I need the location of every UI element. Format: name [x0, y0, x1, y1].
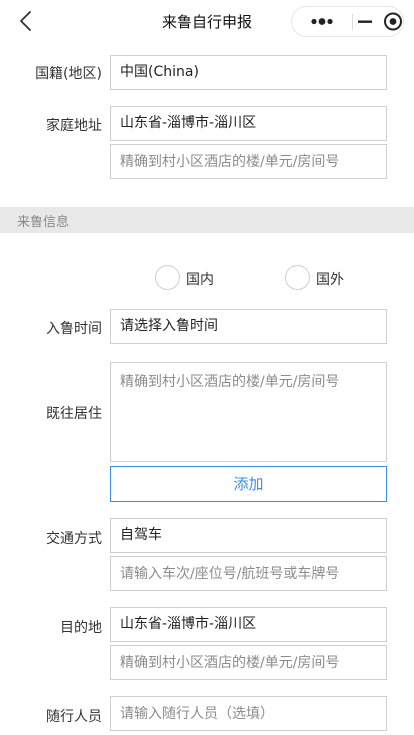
- arrival-time-picker[interactable]: 请选择入鲁时间: [110, 309, 387, 344]
- radio-overseas[interactable]: 国外: [285, 265, 355, 291]
- capsule-divider: [352, 14, 353, 30]
- home-address-detail-input[interactable]: [110, 144, 387, 179]
- back-button[interactable]: [14, 8, 40, 34]
- close-button[interactable]: [374, 7, 404, 36]
- more-dots-icon: [311, 18, 333, 25]
- companions-input[interactable]: [110, 696, 387, 731]
- section-title: 来鲁信息: [17, 215, 70, 230]
- nationality-label: 国籍(地区): [35, 66, 102, 82]
- radio-circle-icon: [155, 265, 180, 290]
- previous-residence-textarea[interactable]: [110, 362, 387, 462]
- transport-detail-input[interactable]: [110, 556, 387, 591]
- add-residence-button[interactable]: 添加: [110, 466, 387, 502]
- radio-domestic-label: 国内: [186, 272, 214, 288]
- previous-residence-label: 既往居住: [46, 406, 102, 422]
- transport-mode-field[interactable]: 自驾车: [110, 518, 387, 553]
- destination-detail-input[interactable]: [110, 645, 387, 680]
- radio-domestic[interactable]: 国内: [155, 265, 225, 291]
- nav-bar: 来鲁自行申报: [0, 0, 414, 42]
- home-address-label: 家庭地址: [46, 118, 102, 134]
- companions-label: 随行人员: [46, 709, 102, 725]
- arrival-time-label: 入鲁时间: [46, 321, 102, 337]
- section-header: 来鲁信息: [0, 207, 414, 233]
- destination-region-field[interactable]: 山东省-淄博市-淄川区: [110, 607, 387, 642]
- chevron-left-icon: [20, 11, 31, 31]
- target-circle-icon: [384, 12, 402, 31]
- destination-label: 目的地: [60, 620, 102, 636]
- more-button[interactable]: [300, 7, 340, 36]
- radio-overseas-label: 国外: [316, 272, 344, 288]
- radio-circle-icon: [285, 265, 310, 290]
- transport-label: 交通方式: [46, 531, 102, 547]
- home-address-region-field[interactable]: 山东省-淄博市-淄川区: [110, 106, 387, 141]
- nationality-field[interactable]: 中国(China): [110, 55, 387, 90]
- mini-program-capsule: [291, 6, 404, 37]
